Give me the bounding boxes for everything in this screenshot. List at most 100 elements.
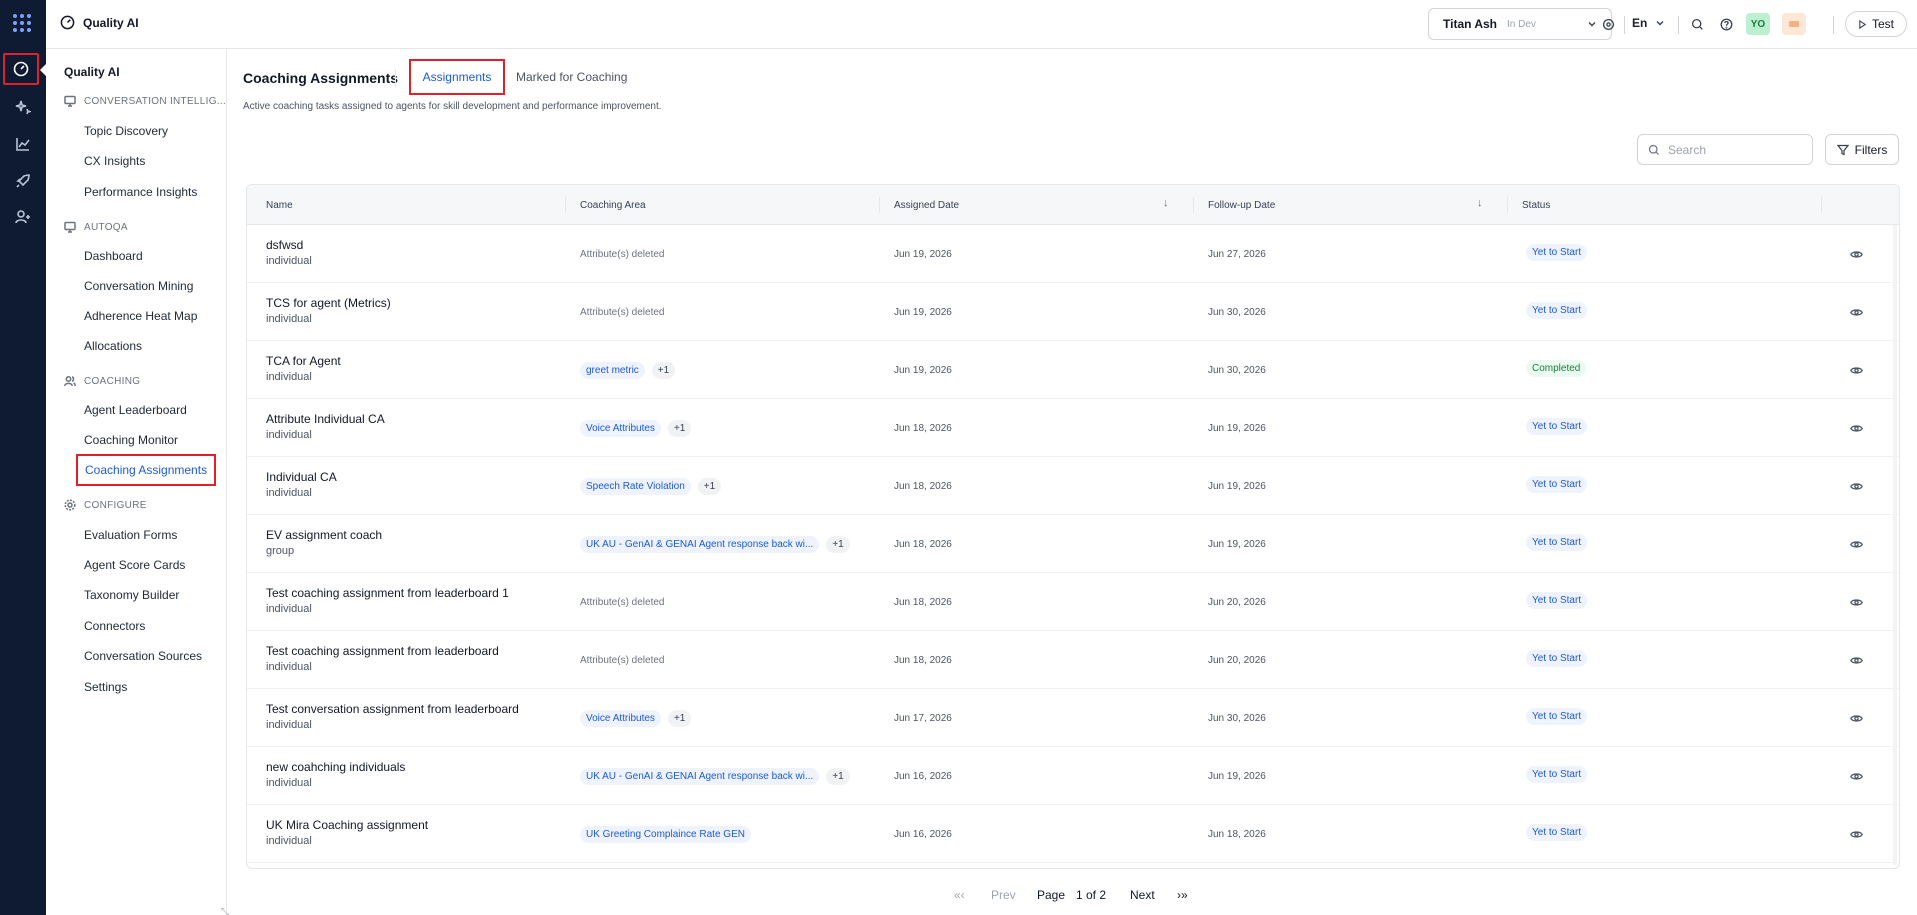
add-user-icon[interactable]: [0, 202, 46, 232]
column-header-followup-date[interactable]: Follow-up Date: [1208, 185, 1275, 225]
user-avatar[interactable]: YO: [1746, 13, 1770, 35]
sidebar-item-cx-insights[interactable]: CX Insights: [84, 154, 145, 168]
section-conversation-intelligence[interactable]: CONVERSATION INTELLIG...: [64, 95, 226, 107]
view-eye-icon[interactable]: [1849, 711, 1863, 725]
table-header: Name Coaching Area Assigned Date ↓ Follo…: [247, 185, 1899, 225]
status-badge: Yet to Start: [1526, 418, 1588, 435]
search-box[interactable]: [1637, 134, 1813, 165]
filter-icon: [1836, 144, 1849, 155]
table-row[interactable]: UK Mira Coaching assignment individual UK …: [247, 805, 1899, 863]
view-eye-icon[interactable]: [1849, 827, 1863, 841]
coaching-area-chip: Voice Attributes: [580, 419, 661, 437]
view-eye-icon[interactable]: [1849, 653, 1863, 667]
tab-assignments[interactable]: Assignments: [409, 59, 505, 95]
table-row[interactable]: TCA for Agent individual greet metric +1 Jun…: [247, 341, 1899, 399]
sidebar-item-agent-score-cards[interactable]: Agent Score Cards: [84, 558, 185, 572]
sidebar-item-adherence-heat-map[interactable]: Adherence Heat Map: [84, 309, 197, 323]
analytics-chart-icon[interactable]: [0, 129, 46, 159]
view-eye-icon[interactable]: [1849, 247, 1863, 261]
table-scrollbar[interactable]: [1893, 225, 1897, 865]
sidebar-item-dashboard[interactable]: Dashboard: [84, 249, 143, 263]
section-coaching[interactable]: COACHING: [64, 375, 140, 387]
divider: [1507, 197, 1508, 213]
top-bar: Quality AI Titan Ash In Dev En YO Test: [46, 0, 1917, 49]
view-eye-icon[interactable]: [1849, 595, 1863, 609]
column-header-status[interactable]: Status: [1522, 185, 1550, 225]
table-row[interactable]: Test coaching assignment from leaderboar…: [247, 631, 1899, 689]
view-eye-icon[interactable]: [1849, 305, 1863, 319]
assignment-name: Attribute Individual CA: [266, 412, 385, 426]
status-badge: Yet to Start: [1526, 650, 1588, 667]
table-row[interactable]: dsfwsd individual Attribute(s) deleted Jun …: [247, 225, 1899, 283]
assignment-type: individual: [266, 255, 312, 267]
section-autoqa[interactable]: AUTOQA: [64, 221, 128, 233]
view-eye-icon[interactable]: [1849, 421, 1863, 435]
coaching-area-more-badge[interactable]: +1: [826, 535, 850, 553]
coaching-area-more-badge[interactable]: +1: [826, 767, 850, 785]
search-icon[interactable]: [1689, 16, 1705, 32]
next-page-button[interactable]: Next: [1130, 888, 1155, 902]
main-content: Coaching Assignments Assignments Marked …: [227, 49, 1917, 915]
rocket-icon[interactable]: [0, 166, 46, 196]
table-row[interactable]: Test coaching assignment from leaderboar…: [247, 573, 1899, 631]
table-row[interactable]: Attribute Individual CA individual Voice A…: [247, 399, 1899, 457]
sidebar-item-taxonomy-builder[interactable]: Taxonomy Builder: [84, 588, 179, 602]
target-icon[interactable]: [1600, 16, 1616, 32]
prev-page-button[interactable]: Prev: [991, 888, 1016, 902]
test-button-label: Test: [1871, 17, 1894, 31]
sidebar-nav: Quality AI CONVERSATION INTELLIG... Topi…: [46, 49, 229, 915]
profile-image-icon[interactable]: [1782, 13, 1806, 35]
section-configure[interactable]: CONFIGURE: [64, 499, 147, 511]
language-selector[interactable]: En: [1632, 16, 1665, 30]
table-row[interactable]: Test conversation assignment from leader…: [247, 689, 1899, 747]
sparkle-icon[interactable]: [0, 92, 46, 122]
tab-marked-for-coaching[interactable]: Marked for Coaching: [516, 59, 627, 95]
sidebar-item-settings[interactable]: Settings: [84, 680, 127, 694]
coaching-area-more-badge[interactable]: +1: [697, 477, 722, 495]
column-header-coaching-area[interactable]: Coaching Area: [580, 185, 646, 225]
filters-button[interactable]: Filters: [1825, 134, 1899, 165]
sidebar-item-conversation-mining[interactable]: Conversation Mining: [84, 279, 193, 293]
followup-date: Jun 19, 2026: [1208, 480, 1266, 492]
monitor-icon: [64, 221, 76, 233]
users-icon: [64, 376, 76, 387]
sidebar-item-topic-discovery[interactable]: Topic Discovery: [84, 124, 168, 138]
status-badge: Yet to Start: [1526, 824, 1588, 841]
help-icon[interactable]: [1718, 16, 1734, 32]
column-header-assigned-date[interactable]: Assigned Date: [894, 185, 959, 225]
sidebar-item-agent-leaderboard[interactable]: Agent Leaderboard: [84, 403, 187, 417]
coaching-area-more-badge[interactable]: +1: [651, 361, 676, 379]
column-header-name[interactable]: Name: [266, 185, 293, 225]
coaching-area-cell: UK AU - GenAI & GENAI Agent response bac…: [580, 515, 850, 573]
table-row[interactable]: Individual CA individual Speech Rate Viola…: [247, 457, 1899, 515]
chevron-down-icon: [1656, 21, 1664, 26]
table-row[interactable]: TCS for agent (Metrics) individual Attribu…: [247, 283, 1899, 341]
last-page-button[interactable]: ›»: [1177, 888, 1188, 902]
coaching-area-more-badge[interactable]: +1: [667, 419, 692, 437]
sort-arrow-icon[interactable]: ↓: [1477, 197, 1483, 209]
sidebar-item-coaching-assignments[interactable]: Coaching Assignments: [76, 454, 217, 486]
sidebar-item-connectors[interactable]: Connectors: [84, 619, 145, 633]
search-input[interactable]: [1668, 142, 1798, 157]
coaching-area-more-badge[interactable]: +1: [667, 709, 692, 727]
first-page-button[interactable]: «‹: [954, 888, 965, 902]
test-button[interactable]: Test: [1845, 11, 1907, 37]
divider: [1833, 16, 1834, 34]
sidebar-item-allocations[interactable]: Allocations: [84, 339, 142, 353]
sort-arrow-icon[interactable]: ↓: [1163, 197, 1169, 209]
followup-date: Jun 18, 2026: [1208, 828, 1266, 840]
quality-ai-gauge-icon[interactable]: [3, 53, 39, 85]
sidebar-item-conversation-sources[interactable]: Conversation Sources: [84, 649, 202, 663]
view-eye-icon[interactable]: [1849, 479, 1863, 493]
view-eye-icon[interactable]: [1849, 537, 1863, 551]
sidebar-item-coaching-monitor[interactable]: Coaching Monitor: [84, 433, 178, 447]
view-eye-icon[interactable]: [1849, 769, 1863, 783]
table-row[interactable]: EV assignment coach group UK AU - GenAI & …: [247, 515, 1899, 573]
org-selector[interactable]: Titan Ash In Dev: [1428, 8, 1612, 40]
app-launcher-icon[interactable]: [11, 12, 33, 34]
divider: [1193, 197, 1194, 213]
sidebar-item-evaluation-forms[interactable]: Evaluation Forms: [84, 528, 177, 542]
sidebar-item-performance-insights[interactable]: Performance Insights: [84, 185, 197, 199]
table-row[interactable]: new coahching individuals individual UK AU…: [247, 747, 1899, 805]
view-eye-icon[interactable]: [1849, 363, 1863, 377]
